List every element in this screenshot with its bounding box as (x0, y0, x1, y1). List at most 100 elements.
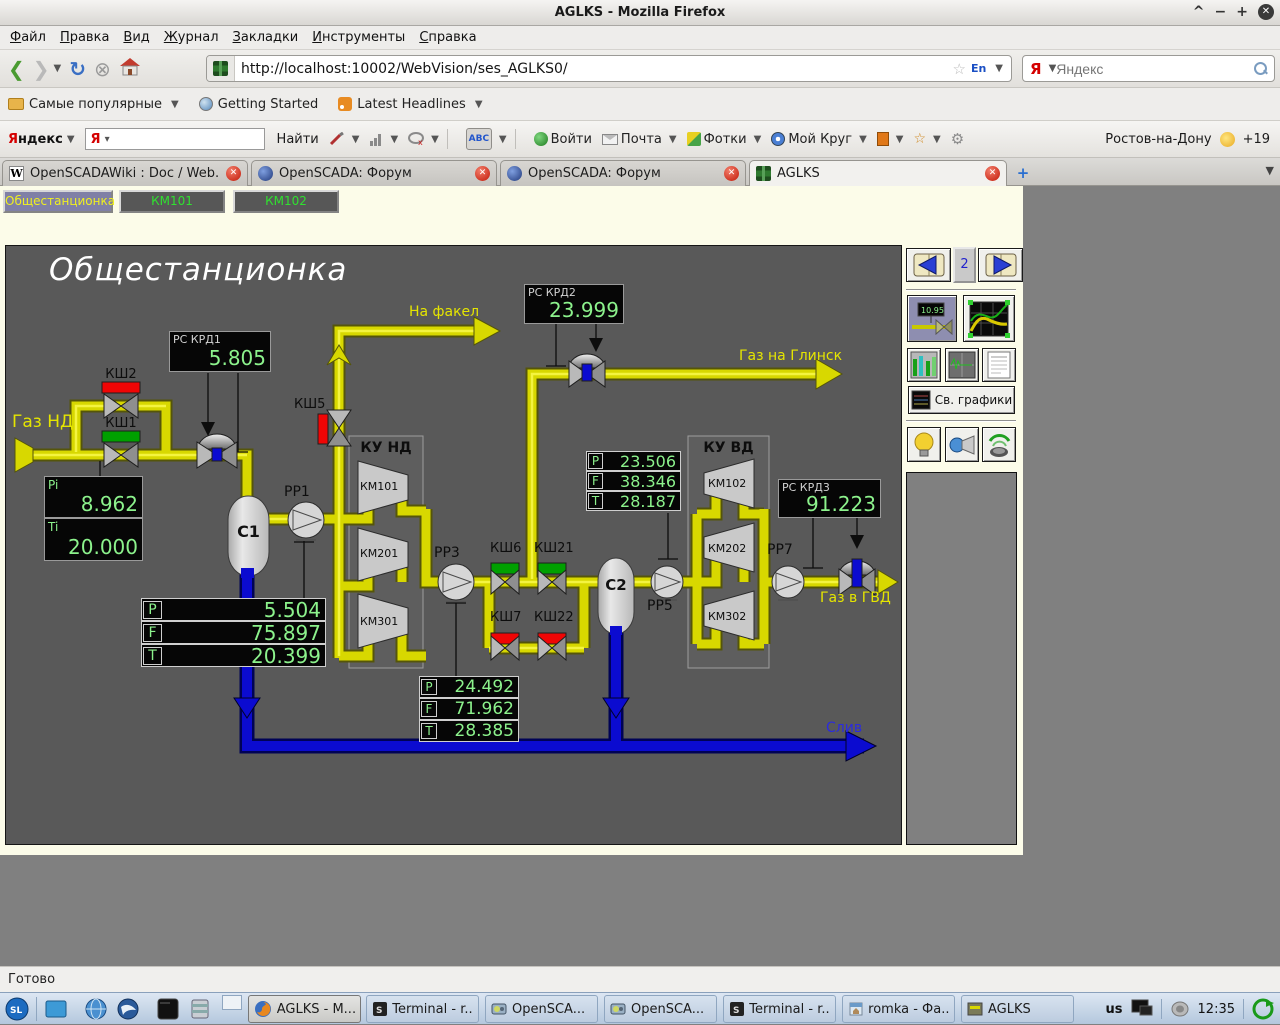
menu-history[interactable]: Журнал (164, 30, 219, 45)
tab-close-icon[interactable]: ✕ (724, 166, 739, 181)
yandex-spellcheck-button[interactable]: ABC▼ (466, 128, 507, 150)
tab-aglks[interactable]: AGLKS ✕ (749, 160, 1007, 186)
tab-openscadawiki[interactable]: W OpenSCADAWiki : Doc / Web... ✕ (2, 160, 248, 186)
panel-view-button[interactable] (907, 348, 941, 382)
thunderbird-launcher-icon[interactable] (116, 997, 140, 1021)
menubar: Файл Правка Вид Журнал Закладки Инструме… (0, 26, 1280, 50)
yandex-favorites-button[interactable]: ☆▼ (913, 131, 940, 147)
yandex-brand[interactable]: Яндекс (8, 132, 63, 147)
history-dropdown-icon[interactable]: ▼ (54, 63, 62, 74)
menu-edit[interactable]: Правка (60, 30, 109, 45)
home-folder-icon (848, 1001, 863, 1017)
next-page-button[interactable] (978, 248, 1023, 282)
yandex-book-button[interactable]: ▼ (877, 132, 904, 146)
trend-view-button[interactable] (963, 295, 1015, 342)
start-menu-icon[interactable]: SL (5, 997, 29, 1021)
menu-help[interactable]: Справка (419, 30, 476, 45)
keyboard-layout[interactable]: us (1106, 1002, 1123, 1017)
tab-forum-2[interactable]: OpenSCADA: Форум ✕ (500, 160, 746, 186)
menu-file[interactable]: Файл (10, 30, 46, 45)
page-tab-km101[interactable]: КМ101 (119, 190, 225, 213)
mnemo-view-button[interactable]: 10.95 (907, 295, 957, 342)
site-favicon (207, 56, 235, 81)
forward-button[interactable]: ❯ (33, 59, 50, 79)
pager-desktop[interactable] (222, 995, 242, 1010)
task-aglks-firefox[interactable]: AGLKS - M... (248, 995, 361, 1023)
task-terminal-2[interactable]: S Terminal - r... (723, 995, 836, 1023)
task-terminal-1[interactable]: S Terminal - r... (366, 995, 479, 1023)
package-launcher-icon[interactable] (188, 997, 212, 1021)
yandex-moikrug-button[interactable]: Мой Круг▼ (771, 132, 866, 147)
display-settings-icon[interactable] (1131, 999, 1153, 1019)
new-tab-button[interactable]: + (1012, 163, 1034, 183)
separator-c2[interactable] (598, 558, 634, 634)
yandex-comments-icon[interactable]: x▼ (408, 132, 439, 146)
yandex-search-input[interactable]: Я ▾ (85, 128, 265, 150)
show-desktop-icon[interactable] (44, 997, 68, 1021)
search-icon[interactable] (1253, 61, 1268, 76)
volume-icon[interactable] (1170, 1000, 1190, 1018)
stop-icon[interactable]: ⊗ (94, 59, 111, 79)
clock[interactable]: 12:35 (1198, 1002, 1235, 1017)
oscillogram-button[interactable] (945, 348, 979, 382)
regulator-pp7[interactable] (772, 566, 804, 598)
tab-close-icon[interactable]: ✕ (475, 166, 490, 181)
terminal-launcher-icon[interactable] (156, 997, 180, 1021)
url-bar[interactable]: http://localhost:10002/WebVision/ses_AGL… (206, 55, 1012, 82)
search-input[interactable] (1056, 61, 1253, 77)
document-view-button[interactable] (982, 348, 1016, 382)
menu-tools[interactable]: Инструменты (312, 30, 405, 45)
yandex-login-button[interactable]: Войти (534, 132, 592, 147)
search-engine-icon[interactable]: Я (1023, 60, 1045, 78)
home-icon[interactable] (119, 57, 141, 80)
status-bar: Готово (0, 966, 1280, 992)
bookmark-most-popular[interactable]: Самые популярные ▼ (8, 97, 179, 112)
control-valve-krd2[interactable] (569, 354, 605, 387)
speaker-button[interactable] (982, 427, 1016, 462)
list-all-tabs-icon[interactable]: ▼ (1266, 164, 1274, 177)
maximize-button[interactable]: + (1236, 3, 1248, 21)
close-button[interactable]: ✕ (1258, 4, 1274, 20)
search-engine-dropdown-icon[interactable]: ▼ (1049, 63, 1057, 74)
bookmark-getting-started[interactable]: Getting Started (199, 97, 319, 112)
bookmark-latest-headlines[interactable]: Latest Headlines ▼ (338, 97, 482, 112)
browser-launcher-icon[interactable] (84, 997, 108, 1021)
free-graphs-button[interactable]: Св. графики (908, 386, 1015, 414)
task-openscada-2[interactable]: OpenSCA... (604, 995, 717, 1023)
status-text: Готово (8, 972, 55, 987)
search-bar[interactable]: Я ▼ (1022, 55, 1275, 82)
reload-icon[interactable]: ↻ (69, 59, 86, 79)
display-ti: Ti 20.000 (44, 518, 143, 561)
url-dropdown-icon[interactable]: ▼ (995, 63, 1003, 74)
horn-button[interactable] (945, 427, 979, 462)
yandex-stats-icon[interactable]: ▼ (369, 132, 398, 146)
back-button[interactable]: ❮ (8, 59, 25, 79)
page-tab-obshestancionka[interactable]: Общестанционка (3, 190, 113, 213)
tab-forum-1[interactable]: OpenSCADA: Форум ✕ (251, 160, 497, 186)
minimize-button[interactable]: − (1215, 3, 1227, 21)
tab-close-icon[interactable]: ✕ (985, 166, 1000, 181)
yandex-mail-button[interactable]: Почта▼ (602, 132, 677, 147)
menu-view[interactable]: Вид (123, 30, 149, 45)
session-icon[interactable] (1252, 998, 1274, 1020)
task-openscada-1[interactable]: OpenSCA... (485, 995, 598, 1023)
tab-close-icon[interactable]: ✕ (226, 166, 241, 181)
regulator-pp5[interactable] (651, 566, 683, 598)
task-file-manager[interactable]: romka - Фа... (842, 995, 955, 1023)
shade-button[interactable]: ^ (1193, 3, 1205, 21)
yandex-settings-icon[interactable]: ⚙ (951, 130, 964, 148)
bookmarks-toolbar: Самые популярные ▼ Getting Started Lates… (0, 88, 1280, 121)
prev-page-button[interactable] (906, 248, 951, 282)
url-text[interactable]: http://localhost:10002/WebVision/ses_AGL… (235, 61, 952, 77)
task-aglks-qt[interactable]: AGLKS (961, 995, 1074, 1023)
label-ksh6: КШ6 (490, 541, 520, 556)
page-tab-km102[interactable]: КМ102 (233, 190, 339, 213)
weather-city[interactable]: Ростов-на-Дону (1105, 132, 1211, 147)
yandex-find-button[interactable]: Найти (277, 132, 319, 147)
yandex-photos-button[interactable]: Фотки▼ (687, 132, 762, 147)
yandex-edit-icon[interactable]: ▼ (329, 132, 360, 146)
menu-bookmarks[interactable]: Закладки (233, 30, 299, 45)
bookmark-star-icon[interactable]: ☆ (952, 60, 965, 78)
control-valve-krd1[interactable] (197, 434, 237, 468)
lamp-button[interactable] (907, 427, 941, 462)
